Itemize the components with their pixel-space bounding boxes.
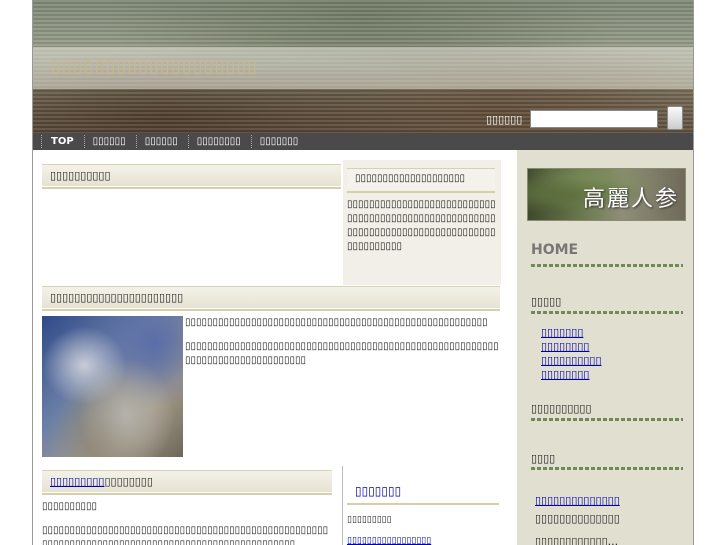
category-title: ▯▯▯▯▯ xyxy=(531,295,562,308)
search-input[interactable] xyxy=(530,110,658,128)
ginseng-banner[interactable]: 高麗人参 xyxy=(527,168,686,221)
page-wrapper: ▯▯▯▯▯▯▯▯▯▯▯▯▯▯▯▯▯▯▯ ▯▯▯▯▯▯ TOP ▯▯▯▯▯▯ ▯▯… xyxy=(32,0,694,545)
tree-photo xyxy=(42,316,183,457)
category-divider xyxy=(531,311,683,314)
section3-heading: ▯▯▯▯▯▯▯▯▯▯▯▯▯▯▯▯▯ xyxy=(42,470,332,495)
links-link[interactable]: ▯▯▯▯▯▯▯▯▯▯▯▯▯▯ xyxy=(535,494,620,507)
box1-title: ▯▯▯▯▯▯▯▯▯▯ xyxy=(50,169,111,182)
banner-text: 高麗人参 xyxy=(582,187,679,212)
home-link[interactable]: HOME xyxy=(531,242,578,258)
links-title: ▯▯▯▯ xyxy=(531,452,556,465)
links-divider xyxy=(531,467,683,470)
box2-title: ▯▯▯▯▯▯▯▯▯▯▯▯▯▯▯▯▯▯▯▯ xyxy=(355,173,466,184)
box2-heading: ▯▯▯▯▯▯▯▯▯▯▯▯▯▯▯▯▯▯▯▯ xyxy=(347,168,495,193)
section3-title-rest: ▯▯▯▯▯▯▯▯ xyxy=(104,475,153,488)
nav-item-2[interactable]: ▯▯▯▯▯▯ xyxy=(83,135,136,148)
section4-title[interactable]: ▯▯▯▯▯▯▯ xyxy=(355,484,401,498)
nav-item-5[interactable]: ▯▯▯▯▯▯▯ xyxy=(250,135,309,148)
article-title: ▯▯▯▯▯▯▯▯▯▯▯▯▯▯▯▯▯▯▯▯▯▯ xyxy=(50,291,184,304)
section4-heading: ▯▯▯▯▯▯▯ xyxy=(347,480,499,505)
nav-item-3[interactable]: ▯▯▯▯▯▯ xyxy=(135,135,188,148)
category-link-2[interactable]: ▯▯▯▯▯▯▯▯ xyxy=(541,340,589,353)
search-button[interactable] xyxy=(667,106,683,130)
links-text: ▯▯▯▯▯▯▯▯▯▯▯▯▯▯ xyxy=(535,512,620,525)
section3-text: ▯▯▯▯▯▯▯▯▯▯▯▯▯▯▯▯▯▯▯▯▯▯▯▯▯▯▯▯▯▯▯▯▯▯▯▯▯▯▯▯… xyxy=(42,525,329,545)
recent-title: ▯▯▯▯▯▯▯▯▯▯ xyxy=(531,402,592,415)
section4-link[interactable]: ▯▯▯▯▯▯▯▯▯▯▯▯▯▯▯▯▯ xyxy=(347,536,431,545)
box1-heading: ▯▯▯▯▯▯▯▯▯▯ xyxy=(42,164,341,189)
right-sidebar: 高麗人参 HOME ▯▯▯▯▯ ▯▯▯▯▯▯▯ ▯▯▯▯▯▯▯▯ ▯▯▯▯▯▯▯… xyxy=(517,150,693,545)
category-link-3[interactable]: ▯▯▯▯▯▯▯▯▯▯ xyxy=(541,354,602,367)
search-label: ▯▯▯▯▯▯ xyxy=(486,113,523,126)
section4-sub: ▯▯▯▯▯▯▯▯▯ xyxy=(347,515,392,525)
category-link-1[interactable]: ▯▯▯▯▯▯▯ xyxy=(541,326,583,339)
section3-sub: ▯▯▯▯▯▯▯▯▯▯ xyxy=(42,501,98,512)
box2-text: ▯▯▯▯▯▯▯▯▯▯▯▯▯▯▯▯▯▯▯▯▯▯▯▯▯▯▯▯▯▯▯▯▯▯▯▯▯▯▯▯… xyxy=(347,199,496,252)
category-link-4[interactable]: ▯▯▯▯▯▯▯▯ xyxy=(541,368,589,381)
section3-title-link[interactable]: ▯▯▯▯▯▯▯▯▯ xyxy=(50,475,104,488)
column-divider xyxy=(342,466,343,545)
article-paragraph-2: ▯▯▯▯▯▯▯▯▯▯▯▯▯▯▯▯▯▯▯▯▯▯▯▯▯▯▯▯▯▯▯▯▯▯▯▯▯▯▯▯… xyxy=(185,341,499,366)
site-title[interactable]: ▯▯▯▯▯▯▯▯▯▯▯▯▯▯▯▯▯▯▯ xyxy=(51,56,258,77)
article-heading: ▯▯▯▯▯▯▯▯▯▯▯▯▯▯▯▯▯▯▯▯▯▯ xyxy=(42,286,500,311)
nav-item-top[interactable]: TOP xyxy=(41,135,84,148)
article-paragraph-1: ▯▯▯▯▯▯▯▯▯▯▯▯▯▯▯▯▯▯▯▯▯▯▯▯▯▯▯▯▯▯▯▯▯▯▯▯▯▯▯▯… xyxy=(185,317,488,328)
nav-item-4[interactable]: ▯▯▯▯▯▯▯▯ xyxy=(187,135,251,148)
recent-divider xyxy=(531,418,683,421)
global-nav: TOP ▯▯▯▯▯▯ ▯▯▯▯▯▯ ▯▯▯▯▯▯▯▯ ▯▯▯▯▯▯▯ xyxy=(33,133,693,150)
links-more: ▯▯▯▯▯▯▯▯▯▯▯▯... xyxy=(535,535,619,545)
home-divider xyxy=(531,264,683,267)
site-header: ▯▯▯▯▯▯▯▯▯▯▯▯▯▯▯▯▯▯▯ ▯▯▯▯▯▯ xyxy=(33,0,693,133)
